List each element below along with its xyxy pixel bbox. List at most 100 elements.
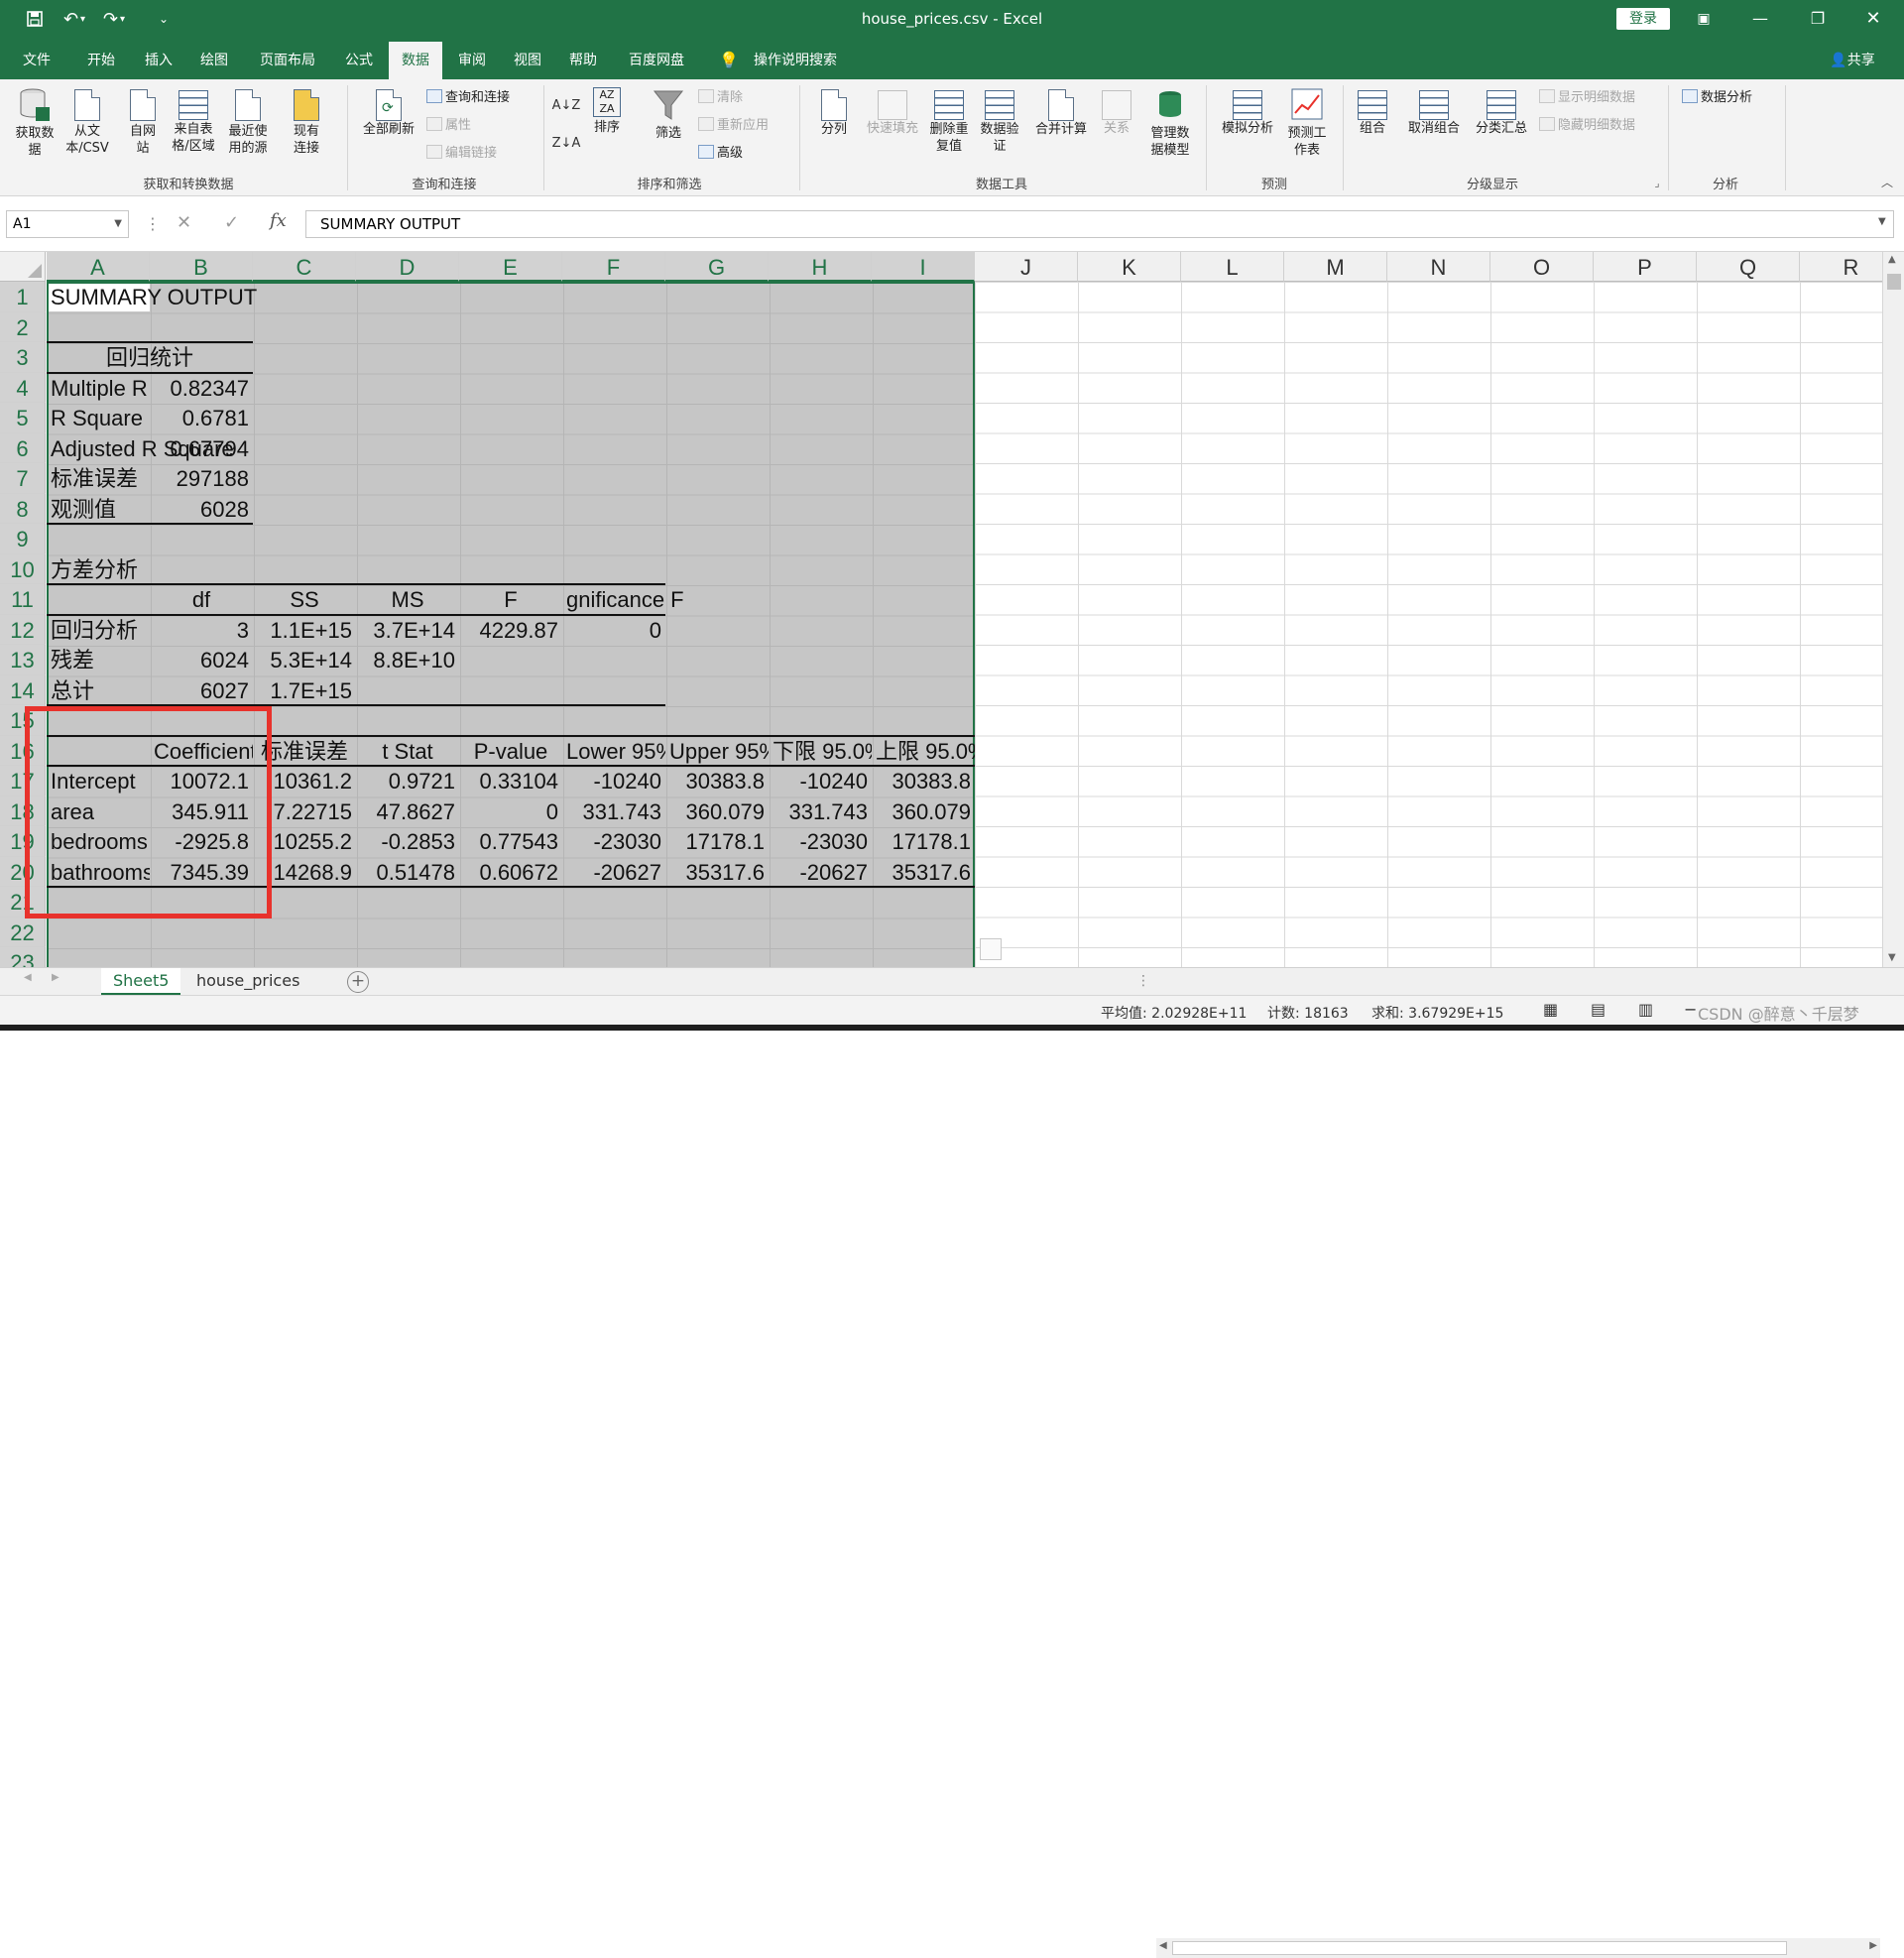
page-layout-view-icon[interactable]: ▤ xyxy=(1591,1000,1606,1019)
dialog-launcher-icon[interactable]: ⌟ xyxy=(1650,175,1664,191)
from-text-csv-button[interactable]: 从文本/CSV xyxy=(61,87,113,157)
tab-formulas[interactable]: 公式 xyxy=(333,38,385,79)
row-header-22[interactable]: 22 xyxy=(0,917,46,947)
column-header-p[interactable]: P xyxy=(1594,252,1697,282)
column-header-d[interactable]: D xyxy=(356,252,459,282)
sheet-tab-sheet5[interactable]: Sheet5 xyxy=(101,968,181,995)
vertical-scroll-thumb[interactable] xyxy=(1887,274,1901,290)
share-button[interactable]: 👤共享 xyxy=(1821,38,1884,79)
ungroup-button[interactable]: 取消组合 xyxy=(1402,87,1466,137)
row-header-4[interactable]: 4 xyxy=(0,372,46,403)
tab-home[interactable]: 开始 xyxy=(75,38,127,79)
column-header-r[interactable]: R xyxy=(1800,252,1882,282)
column-header-l[interactable]: L xyxy=(1181,252,1284,282)
tab-help[interactable]: 帮助 xyxy=(557,38,609,79)
column-header-b[interactable]: B xyxy=(150,252,253,282)
scroll-up-icon[interactable]: ▲ xyxy=(1888,254,1896,265)
tab-review[interactable]: 审阅 xyxy=(446,38,498,79)
column-header-m[interactable]: M xyxy=(1284,252,1387,282)
row-header-9[interactable]: 9 xyxy=(0,524,46,554)
hide-detail-button[interactable]: 隐藏明细数据 xyxy=(1539,115,1635,137)
row-header-3[interactable]: 3 xyxy=(0,342,46,373)
column-header-g[interactable]: G xyxy=(665,252,769,282)
sort-ascending-icon[interactable]: A↓Z xyxy=(551,97,581,114)
login-button[interactable]: 登录 xyxy=(1616,8,1670,30)
row-header-5[interactable]: 5 xyxy=(0,403,46,433)
row-header-13[interactable]: 13 xyxy=(0,645,46,675)
properties-button[interactable]: 属性 xyxy=(426,115,471,137)
ribbon-display-icon[interactable]: ▣ xyxy=(1681,0,1726,38)
formula-input[interactable]: SUMMARY OUTPUT xyxy=(305,210,1894,238)
subtotal-button[interactable]: 分类汇总 xyxy=(1470,87,1533,137)
filter-button[interactable]: 筛选 xyxy=(649,87,688,142)
horizontal-scrollbar[interactable]: ◀ ▶ xyxy=(1156,1938,1880,1958)
scroll-down-icon[interactable]: ▼ xyxy=(1888,952,1896,963)
column-header-e[interactable]: E xyxy=(459,252,562,282)
consolidate-button[interactable]: 合并计算 xyxy=(1029,87,1093,138)
sort-button[interactable]: AZ ZA 排序 xyxy=(587,87,627,136)
tab-scroll-right-icon[interactable]: ▶ xyxy=(52,972,60,983)
sort-descending-icon[interactable]: Z↓A xyxy=(551,135,581,152)
show-detail-button[interactable]: 显示明细数据 xyxy=(1539,87,1635,109)
select-all-button[interactable] xyxy=(0,252,46,282)
worksheet-grid[interactable]: ABCDEFGHIJKLMNOPQR 1 2 3 4 5 6 7 8 9 10 11 12 13 14 15… xyxy=(0,252,1882,967)
clear-filter-button[interactable]: 清除 xyxy=(698,87,743,109)
tab-scroll-left-icon[interactable]: ◀ xyxy=(24,972,32,983)
row-header-6[interactable]: 6 xyxy=(0,432,46,463)
recent-sources-button[interactable]: 最近使用的源 xyxy=(222,87,274,157)
what-if-analysis-button[interactable]: 模拟分析 xyxy=(1216,87,1279,137)
zoom-out-icon[interactable]: − xyxy=(1684,1000,1697,1019)
tab-baidu-netdisk[interactable]: 百度网盘 xyxy=(619,38,694,79)
scroll-right-icon[interactable]: ▶ xyxy=(1869,1940,1877,1951)
column-header-i[interactable]: I xyxy=(872,252,975,282)
insert-function-icon[interactable]: fx xyxy=(270,210,287,231)
column-header-f[interactable]: F xyxy=(562,252,665,282)
enter-icon[interactable]: ✓ xyxy=(224,212,239,233)
row-header-10[interactable]: 10 xyxy=(0,553,46,584)
tab-draw[interactable]: 绘图 xyxy=(188,38,240,79)
from-web-button[interactable]: 自网站 xyxy=(123,87,163,157)
column-header-n[interactable]: N xyxy=(1387,252,1490,282)
remove-duplicates-button[interactable]: 删除重复值 xyxy=(926,87,972,155)
column-header-k[interactable]: K xyxy=(1078,252,1181,282)
name-box[interactable]: A1 ▼ xyxy=(6,210,129,238)
normal-view-icon[interactable]: ▦ xyxy=(1543,1000,1558,1019)
tab-insert[interactable]: 插入 xyxy=(133,38,184,79)
paste-options-icon[interactable] xyxy=(980,938,1002,960)
column-header-c[interactable]: C xyxy=(253,252,356,282)
maximize-icon[interactable]: ❐ xyxy=(1795,0,1841,38)
data-validation-button[interactable]: 数据验证 xyxy=(976,87,1023,155)
existing-connections-button[interactable]: 现有连接 xyxy=(286,87,327,157)
chevron-down-icon[interactable]: ▼ xyxy=(114,211,122,237)
sheet-tab-house-prices[interactable]: house_prices xyxy=(184,968,311,995)
collapse-ribbon-icon[interactable]: ︿ xyxy=(1878,175,1896,191)
get-data-button[interactable]: 获取数据 xyxy=(8,87,61,159)
column-header-h[interactable]: H xyxy=(769,252,872,282)
scroll-left-icon[interactable]: ◀ xyxy=(1159,1940,1167,1951)
row-header-1[interactable]: 1 xyxy=(0,282,46,312)
advanced-filter-button[interactable]: 高级 xyxy=(698,143,743,165)
column-header-j[interactable]: J xyxy=(975,252,1078,282)
tab-view[interactable]: 视图 xyxy=(502,38,553,79)
row-header-23[interactable]: 23 xyxy=(0,947,46,967)
from-table-button[interactable]: 来自表格/区域 xyxy=(167,87,220,155)
tell-me-search[interactable]: 操作说明搜索 xyxy=(746,38,845,79)
refresh-all-button[interactable]: ⟳ 全部刷新 xyxy=(353,87,424,138)
column-header-q[interactable]: Q xyxy=(1697,252,1800,282)
reapply-button[interactable]: 重新应用 xyxy=(698,115,769,137)
page-break-view-icon[interactable]: ▥ xyxy=(1638,1000,1653,1019)
horizontal-scroll-thumb[interactable] xyxy=(1172,1941,1787,1955)
row-header-12[interactable]: 12 xyxy=(0,614,46,645)
vertical-scrollbar[interactable]: ▲ ▼ xyxy=(1882,252,1904,967)
flash-fill-button[interactable]: 快速填充 xyxy=(861,87,924,137)
row-header-7[interactable]: 7 xyxy=(0,463,46,494)
add-sheet-icon[interactable]: + xyxy=(347,971,369,993)
minimize-icon[interactable]: — xyxy=(1737,0,1783,38)
queries-connections-button[interactable]: 查询和连接 xyxy=(426,87,510,109)
relationships-button[interactable]: 关系 xyxy=(1097,87,1136,137)
manage-data-model-button[interactable]: 管理数据模型 xyxy=(1142,87,1198,159)
text-to-columns-button[interactable]: 分列 xyxy=(811,87,857,138)
edit-links-button[interactable]: 编辑链接 xyxy=(426,143,497,165)
close-icon[interactable]: ✕ xyxy=(1850,0,1896,38)
row-header-14[interactable]: 14 xyxy=(0,674,46,705)
